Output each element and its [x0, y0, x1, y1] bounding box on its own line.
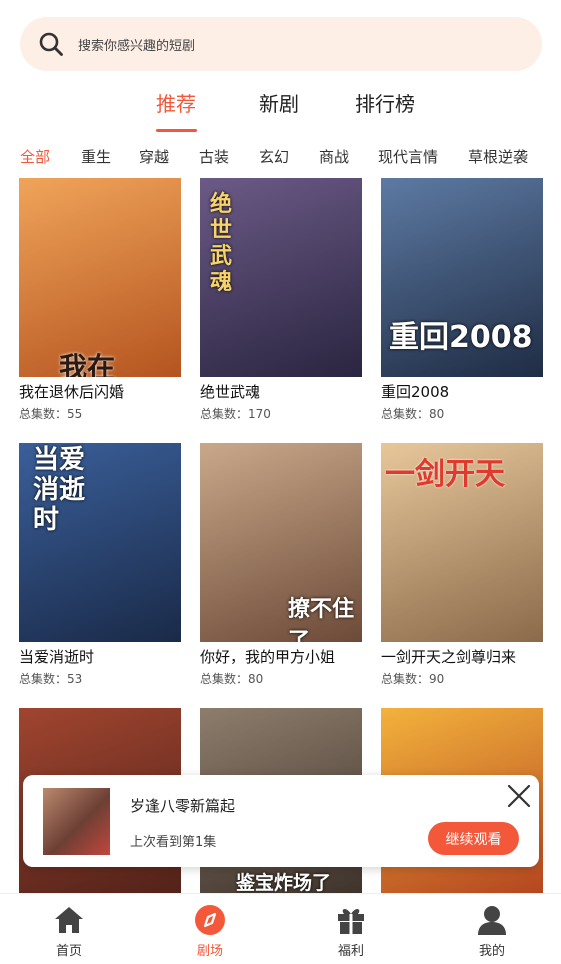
- close-icon[interactable]: [504, 781, 534, 811]
- poster-title-text: 我在: [59, 351, 116, 377]
- drama-poster: 重回2008: [381, 178, 543, 377]
- drama-card[interactable]: 重回2008 重回2008 总集数：80: [381, 178, 543, 422]
- category-costume[interactable]: 古装: [199, 146, 229, 167]
- poster-title-text: 重回2008: [389, 320, 533, 355]
- poster-title-text: 当爱消逝时: [33, 445, 86, 535]
- category-filter: 全部 重生 穿越 古装 玄幻 商战 现代言情 草根逆袭: [0, 146, 561, 168]
- home-icon: [55, 907, 83, 933]
- poster-title-text: 撩不住了: [288, 597, 355, 642]
- drama-episode-count: 总集数：80: [381, 407, 445, 421]
- drama-poster: 一剑开天: [381, 443, 543, 642]
- compass-icon: [195, 905, 225, 935]
- drama-title: 重回2008: [381, 383, 450, 401]
- drama-poster: 撩不住了: [200, 443, 362, 642]
- drama-episode-count: 总集数：80: [200, 672, 264, 686]
- drama-title: 绝世武魂: [200, 383, 261, 401]
- drama-card[interactable]: 撩不住了 你好，我的甲方小姐 总集数：80: [200, 443, 362, 687]
- continue-watching-card[interactable]: 岁逢八零新篇起 上次看到第1集 继续观看: [23, 775, 539, 867]
- nav-welfare[interactable]: 福利: [311, 894, 391, 964]
- continue-thumbnail: [43, 788, 110, 855]
- search-placeholder: 搜索你感兴趣的短剧: [78, 38, 196, 54]
- bottom-nav: 首页 剧场 福利 我的: [0, 893, 561, 964]
- continue-progress-text: 上次看到第1集: [130, 835, 217, 850]
- poster-title-text: 鉴宝炸场了: [236, 872, 332, 894]
- poster-title-text: 一剑开天: [385, 457, 505, 492]
- tab-ranking[interactable]: 排行榜: [355, 88, 415, 117]
- user-icon: [478, 906, 506, 935]
- active-tab-indicator: [156, 129, 197, 132]
- drama-title: 你好，我的甲方小姐: [200, 648, 336, 666]
- category-fantasy[interactable]: 玄幻: [259, 146, 289, 167]
- drama-poster: 我在: [19, 178, 181, 377]
- gift-icon: [338, 909, 364, 934]
- drama-episode-count: 总集数：55: [19, 407, 83, 421]
- drama-title: 当爱消逝时: [19, 648, 95, 666]
- tab-new[interactable]: 新剧: [259, 88, 299, 117]
- category-modern-romance[interactable]: 现代言情: [378, 146, 438, 167]
- drama-poster: 绝世武魂: [200, 178, 362, 377]
- drama-poster: 当爱消逝时: [19, 443, 181, 642]
- category-rebirth[interactable]: 重生: [81, 146, 111, 167]
- category-all[interactable]: 全部: [20, 146, 50, 167]
- nav-label: 我的: [478, 944, 505, 959]
- category-business[interactable]: 商战: [319, 146, 349, 167]
- continue-watching-button[interactable]: 继续观看: [428, 822, 519, 855]
- drama-episode-count: 总集数：90: [381, 672, 445, 686]
- nav-theater[interactable]: 剧场: [170, 894, 250, 964]
- search-bar[interactable]: 搜索你感兴趣的短剧: [20, 17, 542, 71]
- poster-title-text: 绝世武魂: [210, 192, 233, 295]
- drama-card[interactable]: 当爱消逝时 当爱消逝时 总集数：53: [19, 443, 181, 687]
- continue-drama-title: 岁逢八零新篇起: [130, 797, 236, 815]
- drama-card[interactable]: 一剑开天 一剑开天之剑尊归来 总集数：90: [381, 443, 543, 687]
- nav-label: 福利: [337, 944, 364, 959]
- nav-home[interactable]: 首页: [29, 894, 109, 964]
- nav-profile[interactable]: 我的: [452, 894, 532, 964]
- search-icon: [38, 31, 64, 57]
- nav-label: 剧场: [196, 944, 223, 959]
- nav-label: 首页: [55, 944, 82, 959]
- category-time-travel[interactable]: 穿越: [139, 146, 169, 167]
- drama-title: 一剑开天之剑尊归来: [381, 648, 517, 666]
- tab-recommend[interactable]: 推荐: [156, 88, 196, 117]
- drama-title: 我在退休后闪婚: [19, 383, 125, 401]
- main-tabs: 推荐 新剧 排行榜: [0, 88, 561, 138]
- drama-card[interactable]: 我在 我在退休后闪婚 总集数：55: [19, 178, 181, 422]
- category-underdog[interactable]: 草根逆袭: [468, 146, 528, 167]
- drama-card[interactable]: 绝世武魂 绝世武魂 总集数：170: [200, 178, 362, 422]
- drama-episode-count: 总集数：53: [19, 672, 83, 686]
- drama-episode-count: 总集数：170: [200, 407, 271, 421]
